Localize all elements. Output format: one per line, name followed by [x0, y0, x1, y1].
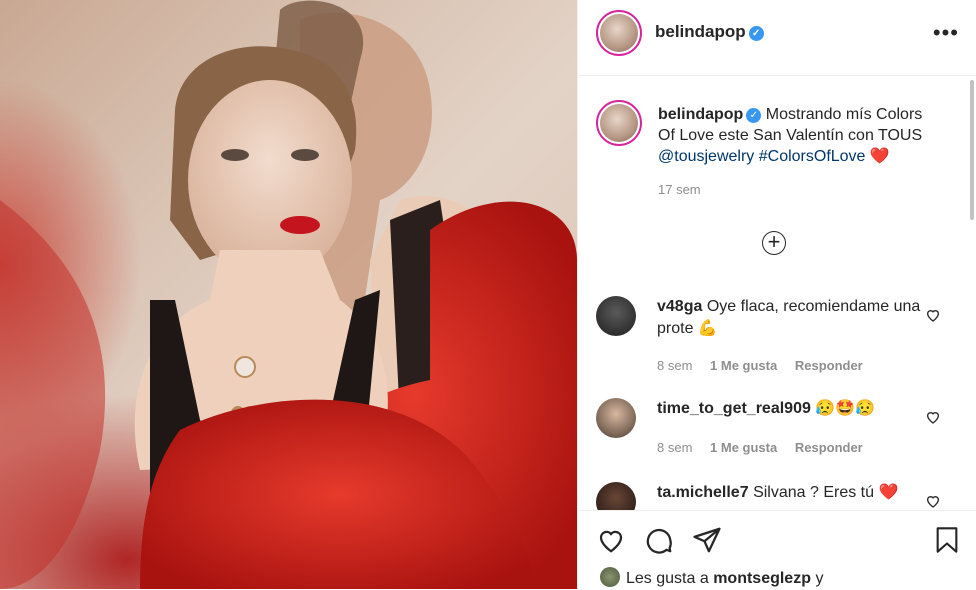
comment-avatar[interactable] [596, 398, 636, 438]
comment-time[interactable]: 8 sem [657, 440, 692, 455]
likes-suffix: y [815, 570, 824, 587]
comment-like-icon[interactable] [925, 307, 941, 323]
action-bar: Les gusta a montseglezp y [578, 510, 976, 590]
likes-user[interactable]: montseglezp [713, 570, 811, 587]
comment-body: v48ga Oye flaca, recomiendame una prote … [657, 296, 937, 340]
liker-avatar[interactable] [600, 567, 620, 587]
comment-icon[interactable] [644, 525, 674, 555]
comment-meta: 8 sem 1 Me gusta Responder [657, 440, 877, 455]
comments-scrollbar[interactable] [970, 80, 974, 220]
comment-meta: 8 sem 1 Me gusta Responder [657, 358, 877, 373]
comment-emoji: 💪 [697, 320, 718, 337]
likes-summary: Les gusta a montseglezp y [600, 567, 823, 588]
reply-button[interactable]: Responder [795, 440, 863, 455]
comment-likes[interactable]: 1 Me gusta [710, 440, 777, 455]
comment-likes[interactable]: 1 Me gusta [710, 358, 777, 373]
save-bookmark-icon[interactable] [933, 525, 961, 555]
author-username[interactable]: belindapop ✓ [655, 22, 764, 42]
comment-body: ta.michelle7 Silvana ? Eres tú ❤️ [657, 482, 937, 504]
more-options-icon[interactable]: ••• [933, 20, 959, 46]
comment-avatar[interactable] [596, 296, 636, 336]
load-more-comments-button[interactable]: + [762, 231, 786, 255]
share-icon[interactable] [692, 525, 722, 555]
caption-username[interactable]: belindapop [658, 106, 743, 123]
comment-body: time_to_get_real909 😥🤩😥 [657, 398, 937, 420]
comment-like-icon[interactable] [925, 409, 941, 425]
like-icon[interactable] [596, 525, 626, 555]
comment-username[interactable]: ta.michelle7 [657, 484, 749, 501]
post-panel: belindapop ✓ ••• belindapop ✓ Mostrando mí… [577, 0, 976, 590]
comment-username[interactable]: v48ga [657, 298, 702, 315]
comment-emoji: 😥🤩😥 [815, 400, 876, 417]
verified-badge-icon: ✓ [748, 26, 764, 41]
post-photo-art [0, 0, 577, 589]
comment-text: Silvana ? Eres tú [753, 484, 875, 501]
caption-time[interactable]: 17 sem [658, 179, 938, 200]
post-header: belindapop ✓ ••• [578, 0, 976, 76]
post-photo[interactable] [0, 0, 577, 589]
heart-emoji: ❤️ [869, 148, 890, 165]
caption-avatar[interactable] [596, 100, 642, 146]
comment-like-icon[interactable] [925, 493, 941, 509]
caption-mention[interactable]: @tousjewelry [658, 148, 754, 165]
author-avatar[interactable] [596, 10, 642, 56]
caption-hashtag[interactable]: #ColorsOfLove [759, 148, 866, 165]
reply-button[interactable]: Responder [795, 358, 863, 373]
comment-emoji: ❤️ [878, 484, 899, 501]
comment-time[interactable]: 8 sem [657, 358, 692, 373]
verified-badge-icon: ✓ [746, 108, 762, 123]
likes-prefix: Les gusta a [626, 570, 709, 587]
comment-username[interactable]: time_to_get_real909 [657, 400, 811, 417]
post-caption: belindapop ✓ Mostrando mís Colors Of Love… [658, 104, 938, 200]
